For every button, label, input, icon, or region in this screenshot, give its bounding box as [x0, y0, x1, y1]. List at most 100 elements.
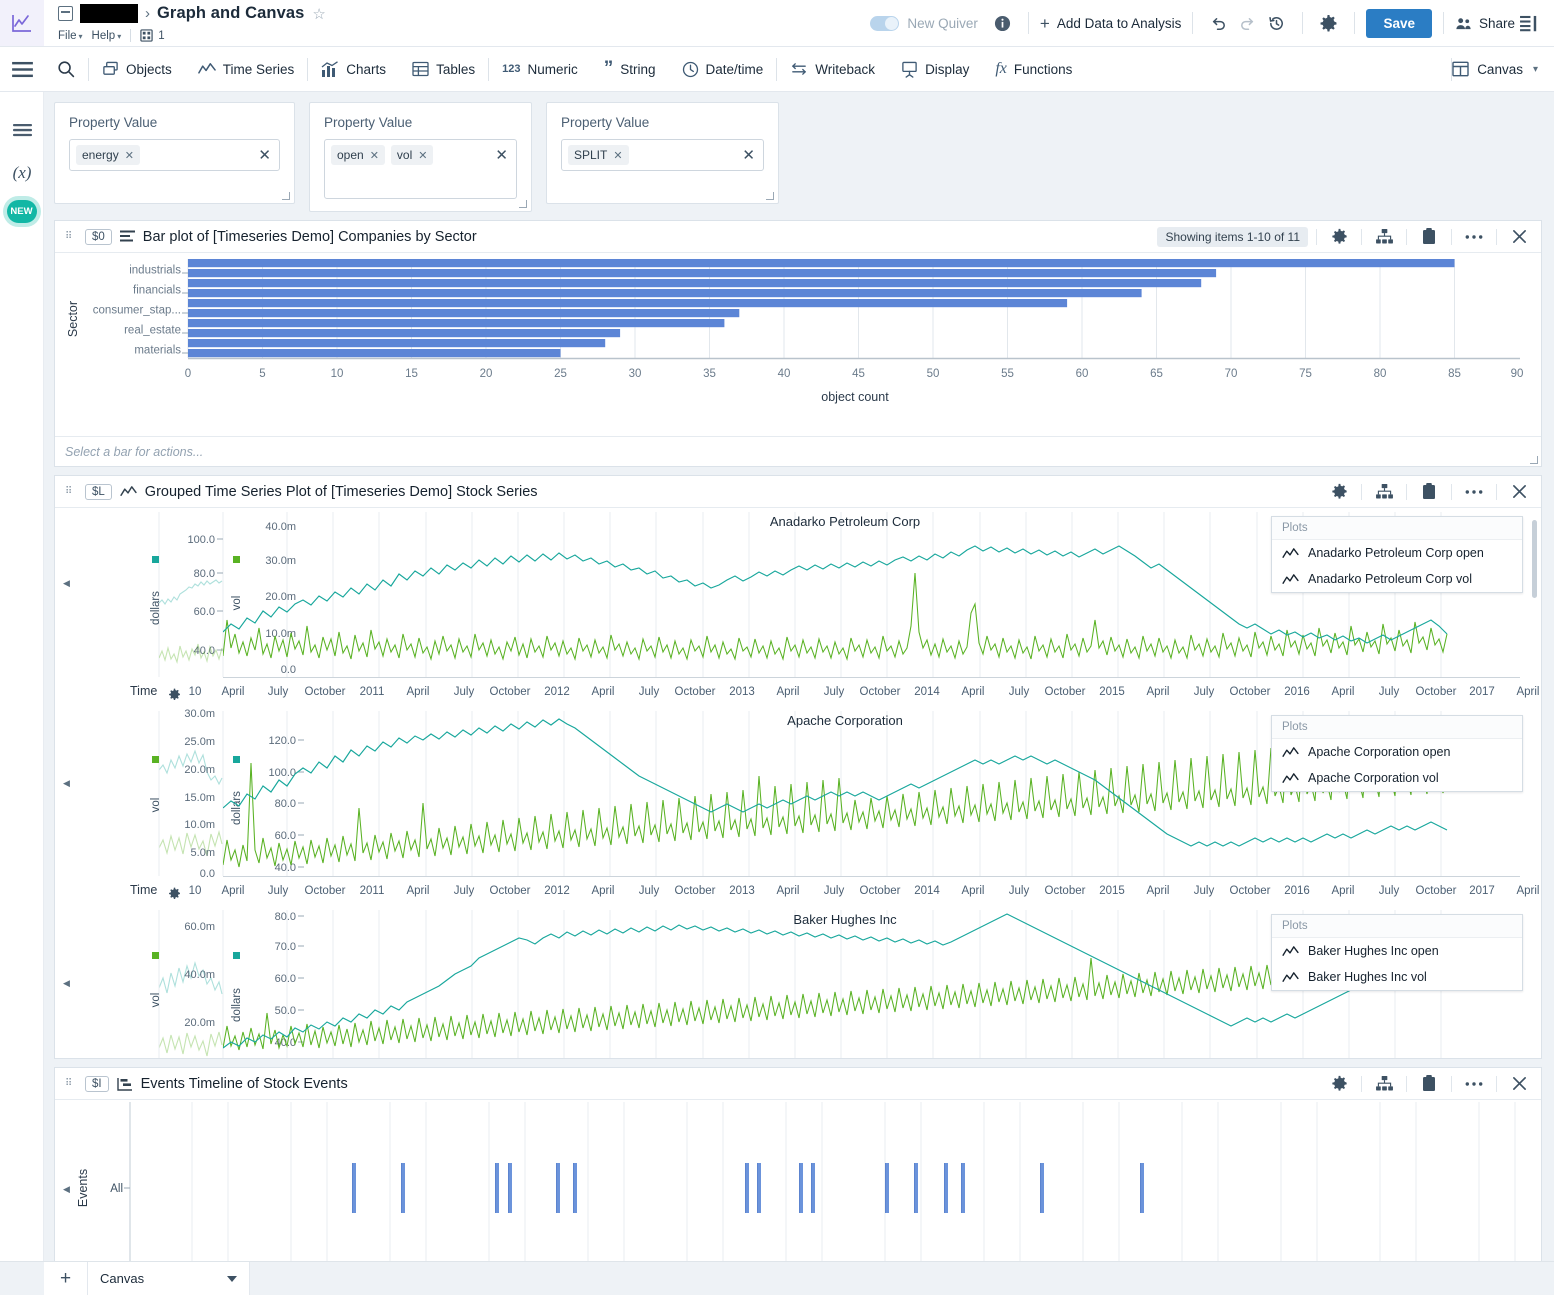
collapse-left-arrow-icon-events[interactable]: ◀: [63, 1184, 70, 1195]
favorite-star-icon[interactable]: ☆: [312, 5, 325, 23]
clear-all-icon[interactable]: ✕: [258, 146, 271, 164]
tab-datetime[interactable]: Date/time: [669, 47, 777, 92]
undo-icon[interactable]: [1204, 9, 1233, 38]
collapse-left-arrow-icon-1[interactable]: ◀: [63, 578, 70, 589]
legend-item[interactable]: Baker Hughes Inc vol: [1272, 964, 1522, 990]
bar-panel-variable[interactable]: $0: [85, 228, 112, 245]
series-apache-vol: [223, 729, 1448, 868]
resize-handle[interactable]: [519, 200, 527, 208]
redo-icon[interactable]: [1233, 9, 1262, 38]
events-settings-icon[interactable]: [1325, 1070, 1353, 1098]
legend-item[interactable]: Apache Corporation vol: [1272, 765, 1522, 791]
bar-panel-settings-icon[interactable]: [1325, 223, 1353, 251]
share-button[interactable]: Share: [1455, 16, 1515, 31]
property-card-1: Property Value open ✕ vol ✕ ✕: [309, 102, 532, 212]
collapse-icon[interactable]: [58, 6, 73, 21]
tab-time-series[interactable]: Time Series: [185, 47, 308, 92]
tab-writeback[interactable]: Writeback: [777, 47, 888, 92]
svg-text:October: October: [1230, 686, 1271, 698]
tab-string-label: String: [620, 61, 656, 77]
timeseries-lineage-icon[interactable]: [1370, 478, 1398, 506]
tab-display[interactable]: Display: [888, 47, 982, 92]
timeseries-panel-variable[interactable]: $L: [85, 483, 112, 500]
timeseries-close-icon[interactable]: [1505, 478, 1533, 506]
branch-indicator[interactable]: 1: [140, 29, 165, 42]
timeseries-chart-body[interactable]: Anadarko Petroleum Corp dollars 100.0 80.…: [55, 508, 1541, 1058]
tab-objects[interactable]: Objects: [89, 47, 185, 92]
save-button[interactable]: Save: [1366, 8, 1432, 38]
legend-item[interactable]: Apache Corporation open: [1272, 739, 1522, 765]
tag-remove-icon[interactable]: ✕: [613, 149, 622, 162]
bar-panel-more-icon[interactable]: [1460, 223, 1488, 251]
timeseries-clipboard-icon[interactable]: [1415, 478, 1443, 506]
events-clipboard-icon[interactable]: [1415, 1070, 1443, 1098]
bar-panel-lineage-icon[interactable]: [1370, 223, 1398, 251]
clear-all-icon[interactable]: ✕: [495, 146, 508, 164]
tab-numeric[interactable]: 123 Numeric: [489, 47, 591, 92]
collapse-left-arrow-icon-3[interactable]: ◀: [63, 978, 70, 989]
app-logo[interactable]: [0, 0, 44, 46]
bar-panel-close-icon[interactable]: [1505, 223, 1533, 251]
resize-handle[interactable]: [1530, 456, 1538, 464]
timeseries-settings-icon[interactable]: [1325, 478, 1353, 506]
chevron-down-icon[interactable]: [227, 1275, 237, 1282]
tag-remove-icon[interactable]: ✕: [125, 149, 134, 162]
rail-variables-button[interactable]: (x): [0, 152, 44, 194]
drag-grip-icon[interactable]: ⠿: [65, 486, 77, 496]
bar-panel-footer[interactable]: Select a bar for actions...: [55, 436, 1541, 466]
events-panel-variable[interactable]: $I: [85, 1075, 109, 1092]
property-tag-input-1[interactable]: open ✕ vol ✕ ✕: [324, 139, 517, 199]
history-icon[interactable]: [1262, 9, 1291, 38]
add-data-button[interactable]: + Add Data to Analysis: [1040, 15, 1182, 32]
drag-grip-icon[interactable]: ⠿: [65, 1078, 77, 1088]
tab-string[interactable]: ” String: [591, 47, 669, 92]
legend-item[interactable]: Anadarko Petroleum Corp open: [1272, 540, 1522, 566]
events-more-icon[interactable]: [1460, 1070, 1488, 1098]
events-lineage-icon[interactable]: [1370, 1070, 1398, 1098]
tag-remove-icon[interactable]: ✕: [370, 149, 379, 162]
bar-chart-body[interactable]: Sector industrials financials consumer_s…: [55, 253, 1541, 436]
tag-chip[interactable]: open ✕: [331, 145, 385, 165]
rail-layers-button[interactable]: [0, 110, 44, 152]
search-button[interactable]: [44, 47, 88, 92]
events-chart-body[interactable]: Events All ◀: [55, 1100, 1541, 1261]
add-canvas-button[interactable]: +: [44, 1262, 88, 1295]
svg-text:October: October: [860, 885, 901, 897]
legend-item[interactable]: Baker Hughes Inc open: [1272, 938, 1522, 964]
timeseries-more-icon[interactable]: [1460, 478, 1488, 506]
right-panel-toggle-icon[interactable]: [1515, 9, 1544, 38]
collapse-left-arrow-icon-2[interactable]: ◀: [63, 778, 70, 789]
legend-item[interactable]: Anadarko Petroleum Corp vol: [1272, 566, 1522, 592]
svg-text:October: October: [860, 686, 901, 698]
svg-text:40: 40: [778, 368, 791, 380]
tab-tables[interactable]: Tables: [399, 47, 488, 92]
menu-file[interactable]: File ▾: [58, 30, 83, 42]
property-tag-input-0[interactable]: energy ✕ ✕: [69, 139, 280, 171]
property-tag-input-2[interactable]: SPLIT ✕ ✕: [561, 139, 764, 171]
events-close-icon[interactable]: [1505, 1070, 1533, 1098]
tab-charts[interactable]: Charts: [308, 47, 399, 92]
resize-handle[interactable]: [282, 192, 290, 200]
settings-gear-icon[interactable]: [1314, 9, 1343, 38]
svg-text:15: 15: [405, 368, 418, 380]
new-quiver-toggle[interactable]: [870, 15, 900, 31]
new-quiver-label: New Quiver: [907, 15, 978, 31]
tab-functions[interactable]: fx Functions: [982, 47, 1085, 92]
new-badge[interactable]: NEW: [6, 200, 37, 223]
tag-chip[interactable]: vol ✕: [390, 145, 434, 165]
tag-chip[interactable]: SPLIT ✕: [568, 145, 629, 165]
tag-chip[interactable]: energy ✕: [76, 145, 140, 165]
resize-handle[interactable]: [766, 192, 774, 200]
bar-panel-clipboard-icon[interactable]: [1415, 223, 1443, 251]
canvas-mode-selector[interactable]: Canvas ▾: [1452, 61, 1554, 77]
clear-all-icon[interactable]: ✕: [742, 146, 755, 164]
drag-grip-icon[interactable]: ⠿: [65, 231, 77, 241]
tag-remove-icon[interactable]: ✕: [418, 149, 427, 162]
svg-text:2016: 2016: [1284, 885, 1310, 897]
menu-help[interactable]: Help ▾: [92, 30, 122, 42]
timeseries-scrollbar[interactable]: [1532, 520, 1537, 598]
menu-hamburger-button[interactable]: [0, 61, 44, 78]
canvas-tab[interactable]: Canvas: [88, 1262, 250, 1295]
info-icon[interactable]: [988, 9, 1017, 38]
new-quiver-toggle-wrap[interactable]: New Quiver: [870, 15, 988, 31]
